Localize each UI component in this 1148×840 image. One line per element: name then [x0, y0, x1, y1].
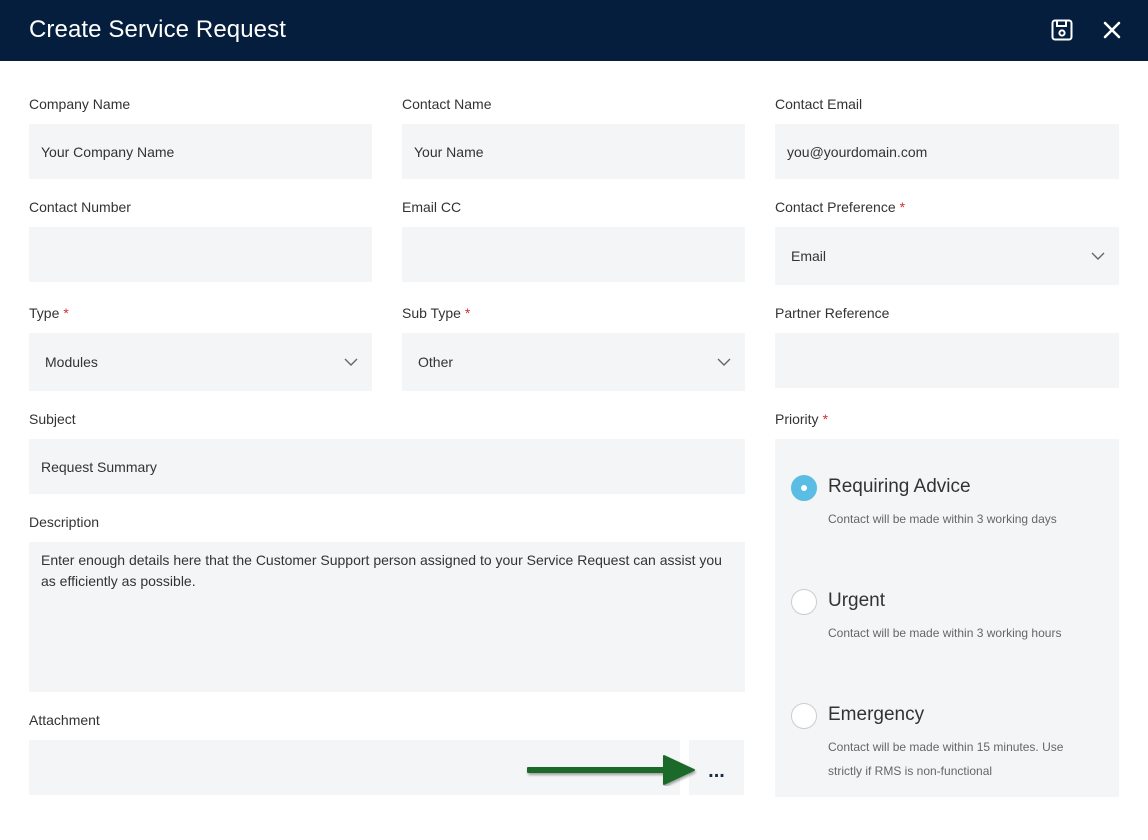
type-label: Type * — [29, 305, 69, 321]
sub-type-label-text: Sub Type — [402, 305, 461, 321]
chevron-down-icon — [344, 358, 358, 366]
attachment-label: Attachment — [29, 712, 100, 728]
required-marker: * — [822, 411, 829, 427]
required-marker: * — [899, 199, 906, 215]
priority-radio-group: Requiring Advice Contact will be made wi… — [775, 439, 1119, 797]
chevron-down-icon — [1091, 252, 1105, 260]
priority-option-title: Emergency — [828, 704, 925, 725]
dialog-header: Create Service Request — [0, 0, 1148, 61]
radio-button[interactable] — [791, 589, 817, 615]
priority-option-description: Contact will be made within 3 working da… — [828, 512, 1057, 526]
sub-type-value: Other — [418, 354, 454, 370]
contact-name-label: Contact Name — [402, 96, 492, 112]
green-arrow-annotation — [527, 755, 695, 785]
contact-preference-label-text: Contact Preference — [775, 199, 896, 215]
close-button[interactable] — [1099, 17, 1125, 43]
priority-label-text: Priority — [775, 411, 819, 427]
save-button[interactable] — [1049, 17, 1075, 43]
required-marker: * — [464, 305, 471, 321]
radio-button[interactable] — [791, 703, 817, 729]
sub-type-select[interactable]: Other — [402, 333, 745, 391]
company-name-label: Company Name — [29, 96, 131, 112]
description-textarea[interactable] — [29, 542, 745, 692]
contact-email-label: Contact Email — [775, 96, 863, 112]
contact-preference-value: Email — [791, 248, 827, 264]
partner-reference-input[interactable] — [775, 333, 1119, 388]
description-label: Description — [29, 514, 100, 530]
priority-option-description: Contact will be made within 3 working ho… — [828, 626, 1062, 640]
priority-label: Priority * — [775, 411, 828, 427]
subject-input[interactable] — [29, 439, 745, 494]
contact-email-input[interactable] — [775, 124, 1119, 179]
subject-label: Subject — [29, 411, 76, 427]
priority-option-description: Contact will be made within 15 minutes. … — [828, 740, 1064, 778]
save-icon — [1051, 19, 1073, 41]
type-value: Modules — [45, 354, 98, 370]
radio-button-checked[interactable] — [791, 475, 817, 501]
sub-type-label: Sub Type * — [402, 305, 470, 321]
type-select[interactable]: Modules — [29, 333, 372, 391]
contact-number-input[interactable] — [29, 227, 372, 282]
contact-preference-select[interactable]: Email — [775, 227, 1119, 285]
close-icon — [1103, 21, 1121, 39]
company-name-input[interactable] — [29, 124, 372, 179]
priority-option-title: Requiring Advice — [828, 476, 971, 497]
required-marker: * — [63, 305, 69, 321]
contact-number-label: Contact Number — [29, 199, 131, 215]
partner-reference-label: Partner Reference — [775, 305, 890, 321]
email-cc-label: Email CC — [402, 199, 462, 215]
browse-attachment-button[interactable]: ... — [689, 740, 744, 795]
contact-preference-label: Contact Preference * — [775, 199, 905, 215]
priority-option-title: Urgent — [828, 590, 886, 611]
contact-name-input[interactable] — [402, 124, 745, 179]
email-cc-input[interactable] — [402, 227, 745, 282]
type-label-text: Type — [29, 305, 60, 321]
dialog-title: Create Service Request — [29, 16, 286, 43]
chevron-down-icon — [717, 358, 731, 366]
